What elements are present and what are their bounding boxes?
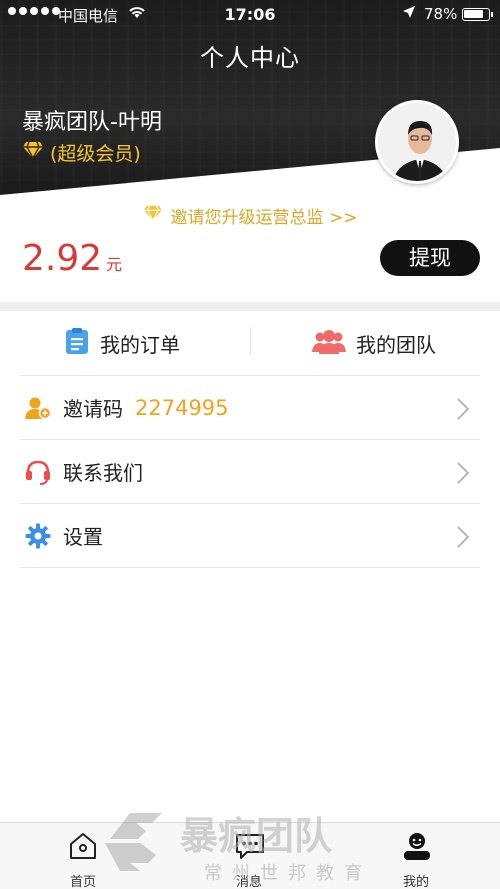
battery-icon: [462, 8, 493, 21]
section-divider: [0, 302, 500, 311]
balance-amount: 2.92: [22, 238, 103, 279]
invite-code-value: 2274995: [135, 395, 229, 420]
tab-separator: [250, 327, 251, 355]
user-icon: [402, 831, 430, 861]
withdraw-button[interactable]: 提现: [380, 240, 480, 276]
upgrade-link[interactable]: 邀请您升级运营总监 >>: [0, 203, 500, 228]
upgrade-link-label: 邀请您升级运营总监 >>: [170, 208, 358, 228]
chevron-right-icon: [456, 397, 470, 425]
headset-icon: [23, 457, 53, 487]
settings-label: 设置: [63, 525, 103, 549]
tab-mine-label: 我的: [402, 875, 429, 889]
chevron-right-icon: [456, 461, 470, 489]
tab-mine[interactable]: 我的: [376, 823, 456, 889]
message-icon: [235, 831, 264, 861]
gear-icon: [23, 521, 53, 551]
bottom-tab-bar: 首页 消息 我的: [0, 822, 500, 889]
user-add-icon: [23, 393, 53, 423]
tab-messages[interactable]: 消息: [209, 823, 289, 889]
diamond-icon: [22, 141, 44, 164]
tab-messages-label: 消息: [235, 875, 262, 889]
my-orders-button[interactable]: 我的订单: [64, 311, 180, 376]
avatar[interactable]: [375, 100, 459, 184]
my-team-label: 我的团队: [356, 333, 436, 357]
contact-us-label: 联系我们: [63, 461, 143, 485]
my-team-button[interactable]: 我的团队: [312, 311, 436, 376]
membership-badge: (超级会员): [22, 139, 141, 166]
balance-unit: 元: [106, 255, 123, 274]
page-title: 个人中心: [200, 44, 300, 72]
diamond-icon: [143, 205, 163, 226]
tab-home-label: 首页: [69, 875, 96, 889]
user-name: 暴疯团队-叶明: [22, 110, 162, 135]
status-bar: 中国电信 17:06 78%: [0, 0, 500, 28]
settings-row[interactable]: 设置: [20, 504, 480, 568]
tab-home[interactable]: 首页: [43, 823, 123, 889]
invite-code-row[interactable]: 邀请码 2274995: [20, 376, 480, 440]
invite-code-label: 邀请码: [63, 397, 123, 421]
clipboard-icon: [64, 327, 90, 360]
battery-percent: 78%: [424, 5, 458, 23]
my-orders-label: 我的订单: [100, 333, 180, 357]
home-icon: [69, 831, 97, 861]
chevron-right-icon: [456, 525, 470, 553]
quick-links: 我的订单 我的团队: [20, 311, 480, 376]
location-arrow-icon: [402, 5, 416, 23]
membership-label: (超级会员): [50, 143, 141, 165]
team-icon: [312, 328, 346, 359]
balance: 2.92 元: [22, 238, 122, 279]
contact-us-row[interactable]: 联系我们: [20, 440, 480, 504]
